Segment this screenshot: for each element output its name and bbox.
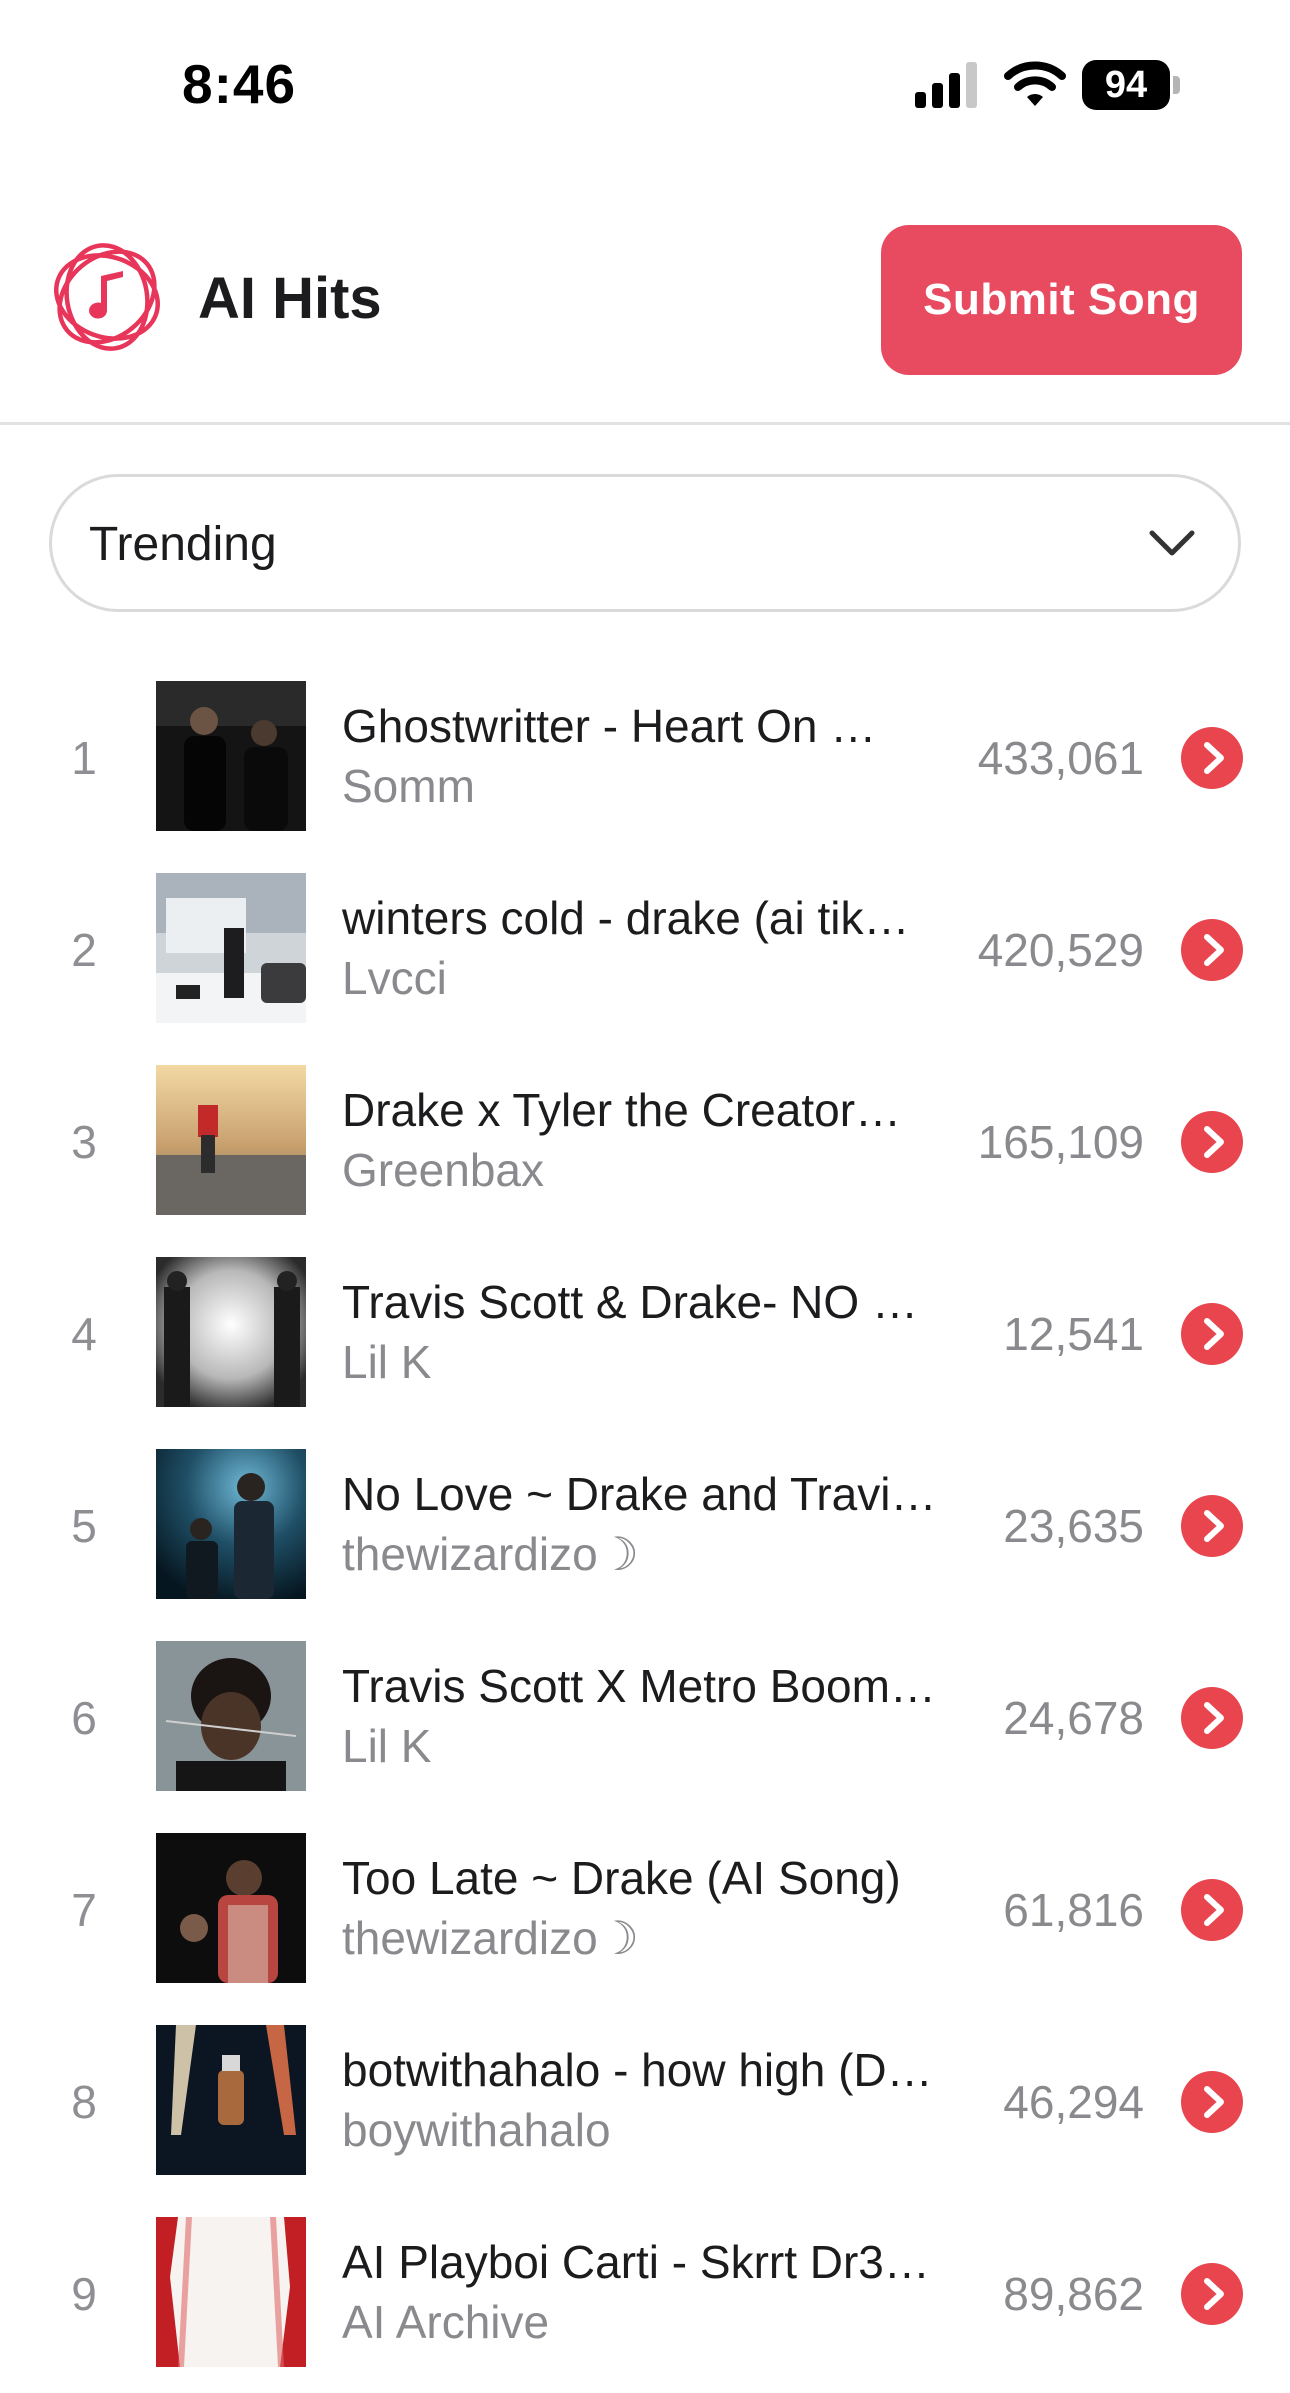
song-rank: 9 [71,2268,97,2320]
play-icon [1204,1510,1224,1542]
album-cover-image [156,1641,306,1791]
chevron-down-icon [1149,530,1195,556]
play-button[interactable] [1181,1111,1243,1173]
music-note-logo-icon[interactable] [48,238,166,356]
play-count: 46,294 [1003,2076,1144,2128]
song-artist[interactable]: Lvcci [342,951,922,1005]
song-artist[interactable]: Lil K [342,1335,922,1389]
play-button[interactable] [1181,1303,1243,1365]
status-bar: 8:46 94 [0,0,1290,175]
song-rank: 6 [71,1692,97,1744]
album-cover-image [156,1833,306,1983]
song-rank: 8 [71,2076,97,2128]
song-row[interactable]: 9 AI Playboi Carti - Skrrt Dr3… AI Archi… [0,2199,1290,2391]
song-row[interactable]: 7 Too Late ~ Drake (AI Song) thewizardiz… [0,1815,1290,2007]
album-cover-image [156,2217,306,2367]
song-rank: 5 [71,1500,97,1552]
play-icon [1204,2086,1224,2118]
play-button[interactable] [1181,2263,1243,2325]
song-rank: 4 [71,1308,97,1360]
battery-level: 94 [1082,60,1170,110]
song-title[interactable]: Ghostwritter - Heart On … [342,699,962,753]
song-rank: 2 [71,924,97,976]
song-row[interactable]: 5 No Love ~ Drake and Travi… thewizardiz… [0,1431,1290,1623]
play-icon [1204,1702,1224,1734]
song-rank: 3 [71,1116,97,1168]
album-cover-image [156,681,306,831]
song-title[interactable]: Drake x Tyler the Creator… [342,1083,962,1137]
song-title[interactable]: Too Late ~ Drake (AI Song) [342,1851,962,1905]
play-count: 165,109 [977,1116,1144,1168]
song-artist[interactable]: thewizardizo☽ [342,1527,922,1581]
song-artist[interactable]: AI Archive [342,2295,922,2349]
play-count: 24,678 [1003,1692,1144,1744]
play-button[interactable] [1181,919,1243,981]
song-artist[interactable]: boywithahalo [342,2103,922,2157]
app-title: AI Hits [198,266,382,331]
play-button[interactable] [1181,1495,1243,1557]
play-count: 12,541 [1003,1308,1144,1360]
play-count: 433,061 [977,732,1144,784]
song-rank: 7 [71,1884,97,1936]
album-cover-image [156,1449,306,1599]
play-icon [1204,934,1224,966]
song-row[interactable]: 6 Travis Scott X Metro Boom… Lil K 24,67… [0,1623,1290,1815]
play-button[interactable] [1181,727,1243,789]
song-artist[interactable]: Greenbax [342,1143,922,1197]
song-title[interactable]: botwithahalo - how high (D… [342,2043,962,2097]
song-artist[interactable]: Lil K [342,1719,922,1773]
sort-dropdown-value: Trending [89,518,277,571]
song-row[interactable]: 3 Drake x Tyler the Creator… Greenbax 16… [0,1047,1290,1239]
play-icon [1204,2278,1224,2310]
app-header: AI Hits Submit Song [0,175,1290,425]
battery-icon: 94 [1082,60,1180,110]
song-title[interactable]: AI Playboi Carti - Skrrt Dr3… [342,2235,962,2289]
song-artist[interactable]: Somm [342,759,922,813]
sort-dropdown[interactable]: Trending [49,474,1241,612]
play-count: 420,529 [977,924,1144,976]
song-title[interactable]: Travis Scott X Metro Boom… [342,1659,962,1713]
song-list: 1 Ghostwritter - Heart On … Somm 433,061… [0,663,1290,2391]
signal-icon [915,62,977,108]
album-cover-image [156,1257,306,1407]
submit-song-button[interactable]: Submit Song [881,225,1242,375]
song-row[interactable]: 1 Ghostwritter - Heart On … Somm 433,061 [0,663,1290,855]
album-cover-image [156,1065,306,1215]
play-count: 61,816 [1003,1884,1144,1936]
song-row[interactable]: 8 botwithahalo - how high (D… boywithaha… [0,2007,1290,2199]
song-row[interactable]: 2 winters cold - drake (ai tik… Lvcci 42… [0,855,1290,1047]
wifi-icon [1004,61,1066,106]
play-button[interactable] [1181,1687,1243,1749]
album-cover-image [156,873,306,1023]
song-title[interactable]: No Love ~ Drake and Travi… [342,1467,962,1521]
play-icon [1204,1894,1224,1926]
play-icon [1204,742,1224,774]
play-button[interactable] [1181,1879,1243,1941]
album-cover-image [156,2025,306,2175]
song-artist[interactable]: thewizardizo☽ [342,1911,922,1965]
song-title[interactable]: Travis Scott & Drake- NO … [342,1275,962,1329]
song-row[interactable]: 4 Travis Scott & Drake- NO … Lil K 12,54 [0,1239,1290,1431]
song-rank: 1 [71,732,97,784]
play-icon [1204,1318,1224,1350]
play-count: 23,635 [1003,1500,1144,1552]
status-time: 8:46 [182,53,297,115]
play-icon [1204,1126,1224,1158]
song-title[interactable]: winters cold - drake (ai tik… [342,891,962,945]
play-count: 89,862 [1003,2268,1144,2320]
battery-cap [1173,76,1180,94]
play-button[interactable] [1181,2071,1243,2133]
